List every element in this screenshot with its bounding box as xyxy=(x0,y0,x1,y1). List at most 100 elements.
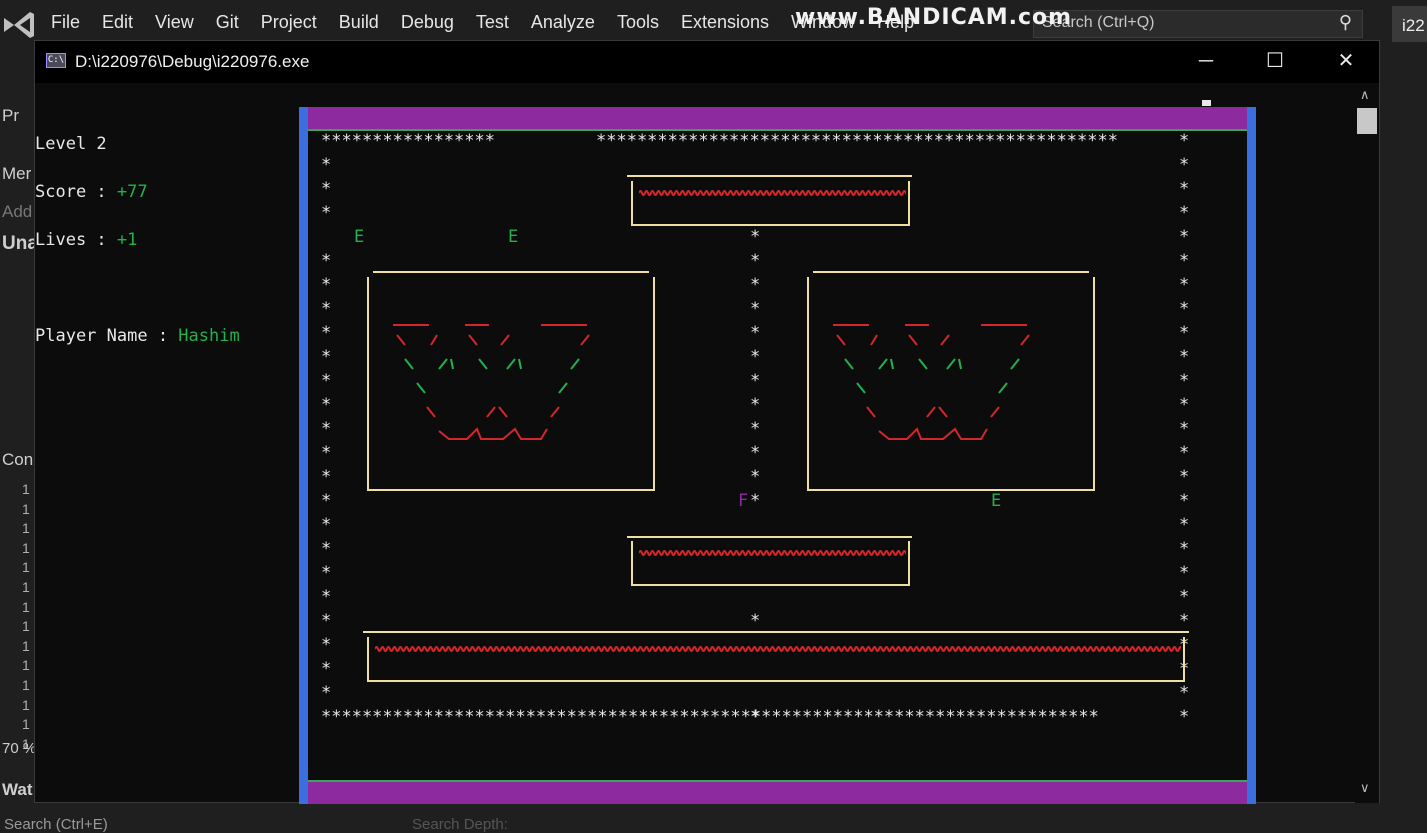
menu-tools[interactable]: Tools xyxy=(606,12,670,33)
wall-star: * xyxy=(321,563,332,583)
w-art-glyph xyxy=(393,324,590,440)
wall-star: * xyxy=(1179,587,1190,607)
console-title: D:\i220976\Debug\i220976.exe xyxy=(75,52,310,71)
wall-star: * xyxy=(321,395,332,415)
menu-project[interactable]: Project xyxy=(250,12,328,33)
wall-star: * xyxy=(321,515,332,535)
vs-bottom-search[interactable]: Search (Ctrl+E) xyxy=(4,816,108,833)
wall-star: * xyxy=(321,275,332,295)
wall-star: * xyxy=(1179,227,1190,247)
search-icon: ⚲ xyxy=(1338,12,1352,32)
scroll-thumb[interactable] xyxy=(1357,108,1377,134)
vs-profile-tab[interactable]: i22 xyxy=(1392,6,1427,42)
wall-star: * xyxy=(321,635,332,655)
menu-test[interactable]: Test xyxy=(465,12,520,33)
wall-star: * xyxy=(1179,491,1190,511)
top-border-bar xyxy=(299,107,1256,131)
wall-star: * xyxy=(321,179,332,199)
wall-star: * xyxy=(321,371,332,391)
score-value: +77 xyxy=(116,182,148,202)
wall-star: * xyxy=(1179,419,1190,439)
wall-star: * xyxy=(750,707,761,727)
wall-star: * xyxy=(321,467,332,487)
wall-star: * xyxy=(1179,563,1190,583)
vs-zoom-level[interactable]: 70 % xyxy=(2,740,36,757)
line-number: 1 xyxy=(22,598,30,615)
menu-view[interactable]: View xyxy=(144,12,205,33)
middle-hazard-box xyxy=(631,541,910,586)
wall-star: * xyxy=(321,539,332,559)
hud-score: Score : +77 xyxy=(35,182,148,202)
wall-star: * xyxy=(1179,371,1190,391)
vs-left-fragment: Con xyxy=(2,450,34,469)
wall-star: * xyxy=(1179,515,1190,535)
wall-star: * xyxy=(321,323,332,343)
menu-analyze[interactable]: Analyze xyxy=(520,12,606,33)
left-wall-top xyxy=(373,271,649,273)
hud-level: Level 2 xyxy=(35,134,107,154)
visual-studio-logo-icon xyxy=(4,12,34,38)
wall-star: * xyxy=(1179,347,1190,367)
food-pellet: F xyxy=(738,491,749,511)
scroll-down-arrow-icon[interactable]: ∨ xyxy=(1360,780,1370,796)
bottom-star-row: ****************************************… xyxy=(321,707,1099,727)
wall-star: * xyxy=(321,683,332,703)
hud-player: Player Name : Hashim xyxy=(35,326,240,346)
vs-left-fragment: Una xyxy=(2,233,38,254)
vs-left-panel: Pr Mer Add Una Con 1 1 1 1 1 1 1 1 1 1 1… xyxy=(0,50,38,829)
right-wall-top xyxy=(813,271,1089,273)
wall-star: * xyxy=(1179,539,1190,559)
console-scrollbar[interactable]: ∧ ∨ xyxy=(1355,83,1379,803)
line-number: 1 xyxy=(22,500,30,517)
line-number: 1 xyxy=(22,637,30,654)
upper-hazard-box xyxy=(631,181,910,226)
wall-star: * xyxy=(1179,443,1190,463)
minimize-button[interactable]: ─ xyxy=(1183,47,1229,77)
vs-line-numbers: 1 1 1 1 1 1 1 1 1 1 1 1 1 1 xyxy=(22,480,30,754)
wall-star: * xyxy=(1179,179,1190,199)
scroll-up-arrow-icon[interactable]: ∧ xyxy=(1360,87,1370,103)
vs-search-box[interactable]: Search (Ctrl+Q) ⚲ xyxy=(1033,10,1363,38)
bottom-border-bar xyxy=(299,780,1256,804)
menu-edit[interactable]: Edit xyxy=(91,12,144,33)
wall-star: * xyxy=(321,659,332,679)
wall-star: * xyxy=(750,443,761,463)
wall-star: * xyxy=(750,227,761,247)
upper-wall-top xyxy=(627,175,912,177)
menu-file[interactable]: File xyxy=(40,12,91,33)
wall-star: * xyxy=(750,347,761,367)
player-value: Hashim xyxy=(178,326,240,346)
left-w-box xyxy=(367,277,655,491)
wall-star: * xyxy=(1179,395,1190,415)
bandicam-watermark: www.BANDICAM.com xyxy=(795,5,1073,30)
wall-star: * xyxy=(750,251,761,271)
top-star-row-left: ***************** xyxy=(321,131,495,151)
wall-star: * xyxy=(750,467,761,487)
menu-git[interactable]: Git xyxy=(205,12,250,33)
menu-build[interactable]: Build xyxy=(328,12,390,33)
wall-star: * xyxy=(750,491,761,511)
line-number: 1 xyxy=(22,559,30,576)
vs-right-panel xyxy=(1380,50,1427,829)
line-number: 1 xyxy=(22,578,30,595)
menu-extensions[interactable]: Extensions xyxy=(670,12,780,33)
wall-star: * xyxy=(1179,299,1190,319)
wall-star: * xyxy=(321,419,332,439)
game-field: ***************** **********************… xyxy=(299,107,1256,804)
wall-star: * xyxy=(750,395,761,415)
bottom-hazard-box xyxy=(367,637,1185,682)
wall-star: * xyxy=(1179,683,1190,703)
menu-debug[interactable]: Debug xyxy=(390,12,465,33)
line-number: 1 xyxy=(22,657,30,674)
wall-star: * xyxy=(321,251,332,271)
wall-star: * xyxy=(321,299,332,319)
wall-star: * xyxy=(1179,155,1190,175)
close-button[interactable]: ✕ xyxy=(1323,47,1369,77)
line-number: 1 xyxy=(22,520,30,537)
wall-star: * xyxy=(1179,611,1190,631)
vs-left-fragment: Add xyxy=(2,202,33,221)
line-number: 1 xyxy=(22,481,30,497)
wall-star: * xyxy=(321,587,332,607)
maximize-button[interactable]: ☐ xyxy=(1252,47,1298,77)
w-art-glyph xyxy=(833,324,1030,440)
